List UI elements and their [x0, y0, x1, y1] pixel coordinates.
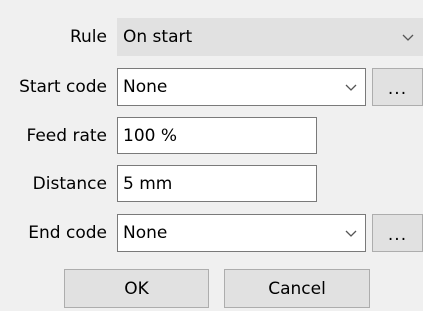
- distance-label: Distance: [32, 174, 107, 194]
- start-code-browse-button[interactable]: ...: [372, 68, 423, 106]
- rule-dropdown-value: On start: [123, 27, 193, 47]
- end-code-browse-button[interactable]: ...: [372, 214, 423, 252]
- rule-label: Rule: [69, 27, 107, 47]
- end-code-dropdown[interactable]: None: [117, 214, 366, 252]
- chevron-down-icon: [345, 84, 357, 91]
- start-code-dropdown[interactable]: None: [117, 68, 366, 106]
- cancel-button[interactable]: Cancel: [224, 269, 370, 308]
- chevron-down-icon: [345, 230, 357, 237]
- feed-rate-label: Feed rate: [26, 126, 108, 146]
- distance-input[interactable]: 5 mm: [117, 165, 317, 202]
- ok-button[interactable]: OK: [64, 269, 209, 308]
- feed-rate-input[interactable]: 100 %: [117, 117, 317, 154]
- end-code-label: End code: [28, 223, 107, 243]
- start-code-dropdown-value: None: [123, 77, 168, 97]
- rule-dropdown[interactable]: On start: [117, 18, 423, 56]
- chevron-down-icon: [402, 34, 414, 41]
- start-code-label: Start code: [19, 77, 107, 97]
- end-code-dropdown-value: None: [123, 223, 168, 243]
